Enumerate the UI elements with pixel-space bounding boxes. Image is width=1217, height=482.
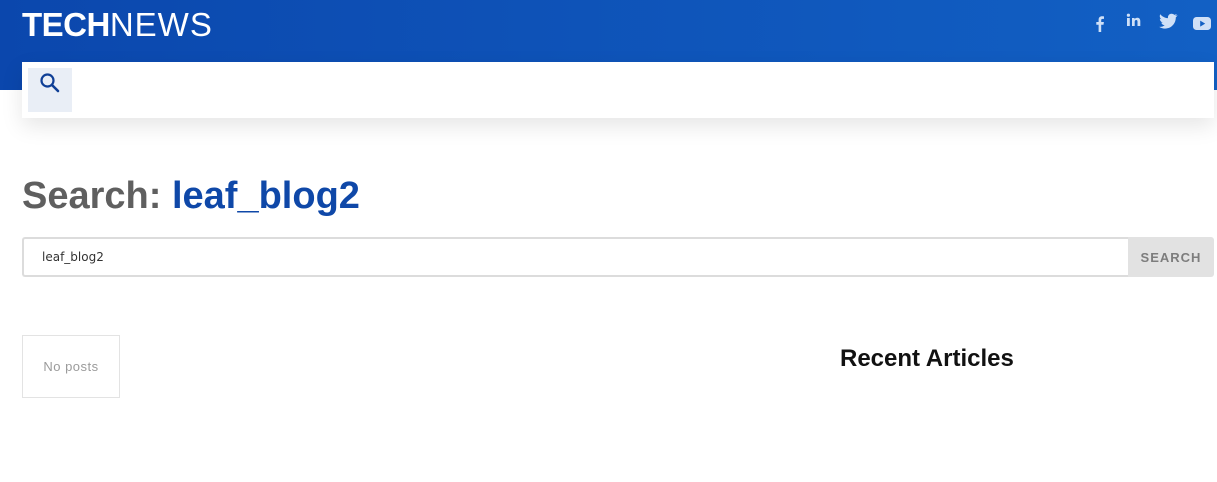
recent-articles-heading: Recent Articles (840, 345, 1014, 372)
logo-light-text: NEWS (109, 6, 213, 43)
site-logo[interactable]: TECHNEWS (22, 6, 213, 44)
page-title-query: leaf_blog2 (171, 175, 360, 217)
twitter-icon[interactable] (1157, 10, 1179, 32)
search-input[interactable] (22, 237, 1128, 277)
navigation-bar (22, 62, 1214, 118)
page-title-label: Search: (22, 175, 162, 217)
page-title: Search: leaf_blog2 (22, 172, 360, 220)
youtube-icon[interactable] (1191, 12, 1213, 34)
search-button[interactable]: SEARCH (1128, 237, 1214, 277)
search-form: SEARCH (22, 237, 1214, 277)
logo-bold-text: TECH (22, 6, 110, 43)
facebook-icon[interactable] (1089, 12, 1111, 34)
search-toggle-button[interactable] (28, 68, 72, 112)
search-icon (40, 73, 60, 93)
linkedin-icon[interactable] (1122, 10, 1144, 32)
no-posts-message: No posts (22, 335, 120, 398)
